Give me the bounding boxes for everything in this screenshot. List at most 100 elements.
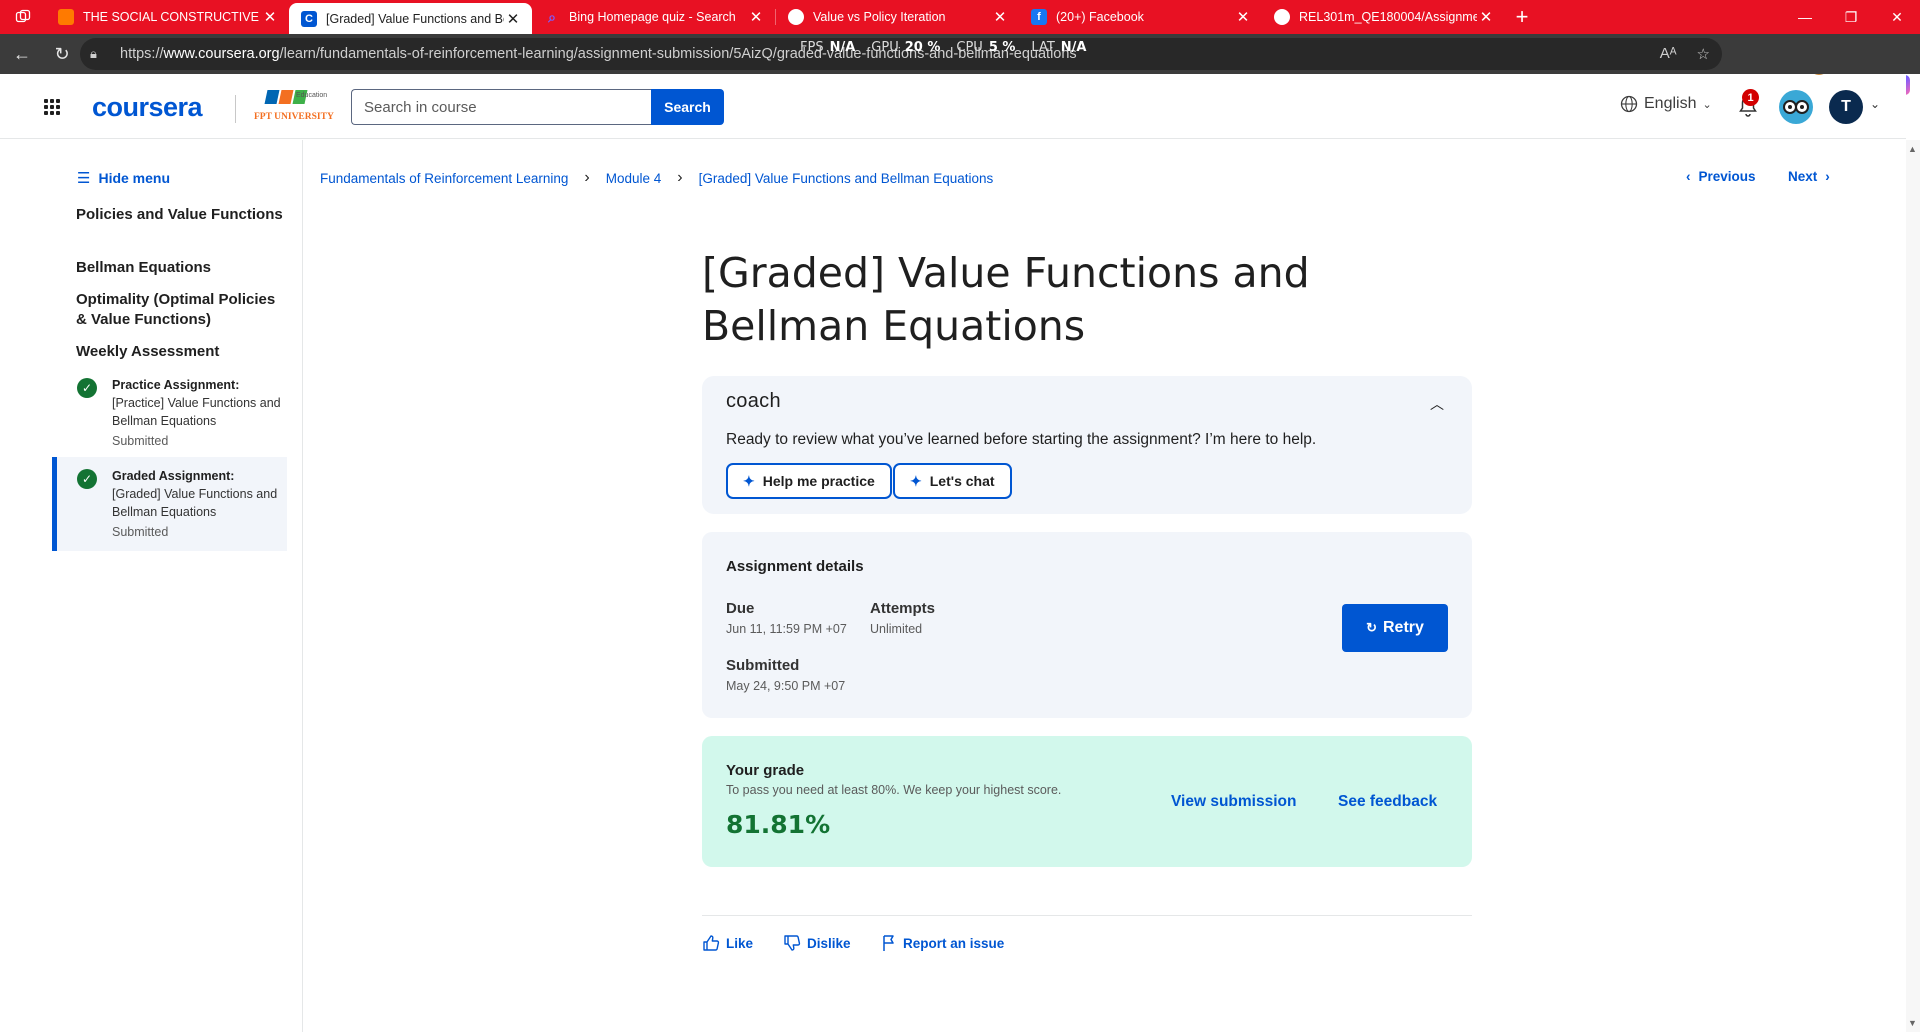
- submitted-value: May 24, 9:50 PM +07: [726, 679, 846, 693]
- notifications-button[interactable]: 1: [1737, 89, 1759, 119]
- tab-title: Bing Homepage quiz - Search: [569, 10, 736, 24]
- lat-value: N/A: [1060, 40, 1087, 55]
- browser-tab-bar: THE SOCIAL CONSTRUCTIVE LEARNING ✕ C [Gr…: [0, 0, 1920, 34]
- scroll-up-icon[interactable]: ▲: [1908, 144, 1917, 154]
- chevron-left-icon: ‹: [1686, 169, 1691, 184]
- grade-card: Your grade To pass you need at least 80%…: [702, 736, 1472, 867]
- browser-tab[interactable]: REL301m_QE180004/Assignment ✕: [1262, 0, 1505, 34]
- breadcrumb-item[interactable]: [Graded] Value Functions and Bellman Equ…: [699, 171, 994, 186]
- hide-menu-button[interactable]: ☰ Hide menu: [77, 169, 170, 187]
- app-grid-icon[interactable]: [44, 99, 60, 115]
- browser-tab[interactable]: ⌕ Bing Homepage quiz - Search ✕: [532, 0, 775, 34]
- sidebar-section-weekly-assessment[interactable]: Weekly Assessment: [76, 342, 286, 362]
- coursera-logo[interactable]: coursera: [92, 92, 203, 123]
- close-tab-icon[interactable]: ✕: [747, 8, 765, 26]
- item-name: [Practice] Value Functions and Bellman E…: [112, 396, 281, 428]
- close-tab-icon[interactable]: ✕: [991, 8, 1009, 26]
- lets-chat-label: Let's chat: [929, 473, 995, 489]
- breadcrumb-course[interactable]: Fundamentals of Reinforcement Learning: [320, 171, 568, 186]
- minimize-icon[interactable]: —: [1782, 0, 1828, 34]
- browser-tab[interactable]: Value vs Policy Iteration ✕: [776, 0, 1019, 34]
- tab-title: THE SOCIAL CONSTRUCTIVE LEARNING: [83, 10, 261, 24]
- retry-label: Retry: [1383, 619, 1424, 636]
- previous-button[interactable]: ‹ Previous: [1686, 169, 1756, 184]
- breadcrumb: Fundamentals of Reinforcement Learning ›…: [320, 169, 993, 187]
- refresh-icon[interactable]: ↻: [44, 38, 80, 70]
- scroll-down-icon[interactable]: ▼: [1908, 1018, 1917, 1028]
- due-label: Due: [726, 600, 755, 617]
- assignment-details-heading: Assignment details: [726, 558, 864, 575]
- tab-title: (20+) Facebook: [1056, 10, 1144, 24]
- item-name: [Graded] Value Functions and Bellman Equ…: [112, 487, 278, 519]
- attempts-value: Unlimited: [870, 622, 923, 636]
- language-label: English: [1644, 95, 1697, 112]
- fpt-university-logo[interactable]: Education FPT UNIVERSITY: [252, 90, 336, 126]
- chevron-right-icon: ›: [584, 169, 590, 186]
- favorite-star-icon[interactable]: ☆: [1697, 45, 1710, 63]
- item-status: Submitted: [112, 525, 169, 539]
- workspaces-icon[interactable]: [0, 0, 46, 34]
- tab-title: [Graded] Value Functions and Bellman Equ…: [326, 11, 504, 26]
- vertical-scrollbar[interactable]: ▲ ▼: [1906, 140, 1920, 1032]
- user-menu-chevron-icon[interactable]: ⌄: [1870, 97, 1880, 111]
- close-tab-icon[interactable]: ✕: [1477, 8, 1495, 26]
- thumbs-up-icon: [703, 935, 720, 951]
- new-tab-button[interactable]: +: [1505, 0, 1539, 34]
- close-window-icon[interactable]: ✕: [1874, 0, 1920, 34]
- fpt-university-text: FPT UNIVERSITY: [254, 112, 334, 122]
- close-tab-icon[interactable]: ✕: [1234, 8, 1252, 26]
- window-controls: — ❐ ✕: [1782, 0, 1920, 34]
- browser-tab[interactable]: THE SOCIAL CONSTRUCTIVE LEARNING ✕: [46, 0, 289, 34]
- chevron-up-icon[interactable]: ︿: [1430, 394, 1444, 414]
- sidebar-section-optimality[interactable]: Optimality (Optimal Policies & Value Fun…: [76, 290, 286, 330]
- retry-button[interactable]: ↻ Retry: [1342, 604, 1448, 652]
- sidebar-section-bellman[interactable]: Bellman Equations: [76, 258, 286, 278]
- report-issue-button[interactable]: Report an issue: [881, 934, 1004, 952]
- coach-avatar-icon[interactable]: [1779, 90, 1813, 124]
- close-tab-icon[interactable]: ✕: [504, 10, 522, 28]
- view-submission-link[interactable]: View submission: [1171, 793, 1296, 811]
- dislike-button[interactable]: Dislike: [783, 934, 851, 952]
- retry-icon: ↻: [1366, 620, 1377, 635]
- like-label: Like: [726, 935, 754, 951]
- search-button[interactable]: Search: [651, 89, 724, 125]
- chevron-right-icon: ›: [1825, 169, 1830, 184]
- coach-brand: coach: [726, 390, 781, 412]
- content-divider: [702, 915, 1472, 916]
- item-status: Submitted: [112, 434, 169, 448]
- read-aloud-icon[interactable]: Aᴬ: [1660, 45, 1677, 63]
- lets-chat-button[interactable]: ✦ Let's chat: [893, 463, 1012, 499]
- browser-tab[interactable]: f (20+) Facebook ✕: [1019, 0, 1262, 34]
- check-circle-icon: ✓: [77, 469, 97, 489]
- globe-icon: [1620, 95, 1638, 113]
- chevron-right-icon: ›: [677, 169, 683, 186]
- tab-favicon-icon: [58, 9, 74, 25]
- search-input[interactable]: [351, 89, 651, 125]
- item-kind: Graded Assignment:: [112, 469, 235, 483]
- like-button[interactable]: Like: [702, 934, 753, 952]
- sidebar-item-graded-assignment[interactable]: ✓ Graded Assignment: [Graded] Value Func…: [52, 457, 287, 551]
- next-button[interactable]: Next ›: [1788, 169, 1830, 184]
- sidebar-section-policies[interactable]: Policies and Value Functions: [76, 205, 286, 225]
- search-icon: ⌕: [548, 8, 556, 25]
- dislike-label: Dislike: [807, 935, 851, 951]
- sidebar-item-practice-assignment[interactable]: ✓ Practice Assignment: [Practice] Value …: [52, 366, 287, 460]
- coach-message: Ready to review what you’ve learned befo…: [726, 431, 1317, 448]
- fps-value: N/A: [829, 40, 856, 55]
- coach-panel: coach ︿ Ready to review what you’ve lear…: [702, 376, 1472, 514]
- help-me-practice-button[interactable]: ✦ Help me practice: [726, 463, 892, 499]
- language-selector[interactable]: English ⌄: [1620, 95, 1712, 113]
- hamburger-icon: ☰: [77, 170, 91, 187]
- breadcrumb-module[interactable]: Module 4: [606, 171, 662, 186]
- check-circle-icon: ✓: [77, 378, 97, 398]
- see-feedback-link[interactable]: See feedback: [1338, 793, 1437, 811]
- url-host: www.coursera.org: [163, 46, 280, 62]
- url-prefix: https://: [120, 46, 164, 62]
- browser-tab-active[interactable]: C [Graded] Value Functions and Bellman E…: [289, 3, 532, 34]
- back-icon[interactable]: ←: [4, 38, 40, 70]
- attempts-label: Attempts: [870, 600, 936, 617]
- close-tab-icon[interactable]: ✕: [261, 8, 279, 26]
- restore-icon[interactable]: ❐: [1828, 0, 1874, 34]
- user-avatar[interactable]: T: [1829, 90, 1863, 124]
- page-title: [Graded] Value Functions and Bellman Equ…: [702, 249, 1310, 350]
